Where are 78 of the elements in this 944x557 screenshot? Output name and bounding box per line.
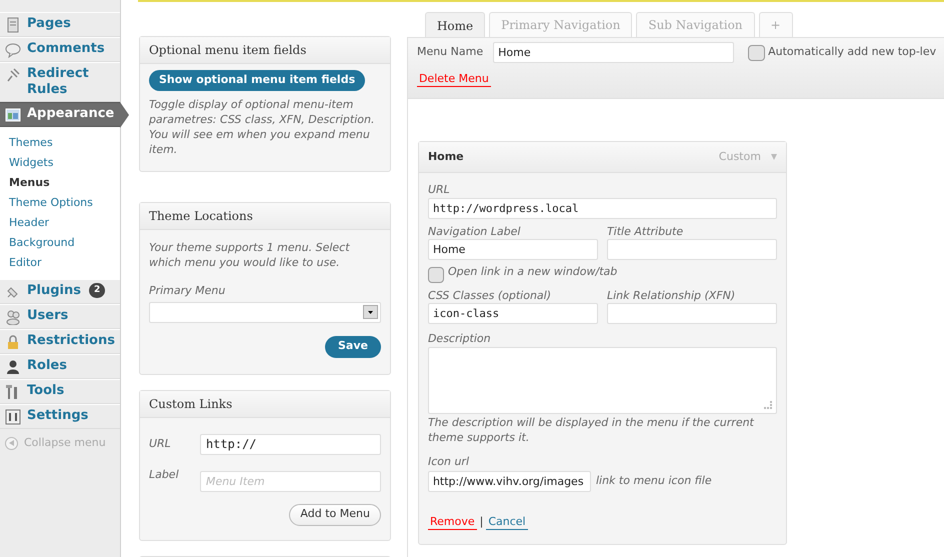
checkbox-label: Open link in a new window/tab (448, 264, 618, 280)
sidebar-label: Tools (27, 383, 64, 399)
url-field[interactable]: http:// (200, 434, 381, 454)
padlock-icon (5, 334, 21, 350)
sidebar-label: Appearance (27, 106, 114, 122)
checkbox[interactable] (428, 267, 444, 283)
field-label: Navigation Label (428, 225, 522, 239)
checkbox[interactable] (748, 44, 766, 60)
field-label: Title Attribute (606, 225, 684, 239)
save-button[interactable]: Save (324, 336, 381, 358)
description-field[interactable] (428, 347, 777, 414)
remove-link[interactable]: Remove (428, 514, 477, 530)
label-field[interactable]: Menu Item (200, 470, 381, 492)
url-field[interactable]: http://wordpress.local (428, 198, 777, 219)
show-fields-button[interactable]: Show optional menu item fields (148, 70, 366, 91)
menu-tab[interactable]: Home (424, 12, 486, 38)
menu-name-field[interactable]: Home (493, 42, 734, 63)
help-text: Your theme supports 1 menu. Select which menu you would like to use. (148, 240, 351, 270)
sidebar-item[interactable]: Appearance (0, 102, 120, 127)
navigation-label-field[interactable]: Home (428, 239, 598, 260)
help-text: Toggle display of optional menu-item parametres: CSS class, XFN, Description. You will see em when you expand menu item. (148, 97, 376, 157)
field-label: Link Relationship (XFN) (606, 289, 736, 303)
submenu-item[interactable]: Themes (0, 133, 120, 153)
field-label: URL (148, 436, 172, 452)
sidebar-item[interactable]: Comments (0, 37, 120, 62)
sidebar-label: Settings (27, 408, 88, 424)
item-title: Home (428, 148, 465, 165)
title-attribute-field[interactable] (606, 239, 777, 260)
field-label: Description (428, 332, 492, 346)
field-label: Label (148, 466, 180, 483)
submenu-item[interactable]: Background (0, 233, 120, 253)
window-icon (5, 107, 21, 123)
sidebar-label: Comments (27, 41, 105, 57)
field-label: URL (428, 183, 451, 197)
person-icon (5, 359, 21, 375)
submenu-item[interactable]: Editor (0, 253, 120, 273)
icon-url-field[interactable]: http://www.vihv.org/images (428, 471, 591, 492)
link-relationship-field[interactable] (606, 303, 777, 324)
css-classes-field[interactable]: icon-class (428, 303, 598, 324)
submenu-item[interactable]: Widgets (0, 153, 120, 173)
pages-icon (5, 17, 21, 33)
item-type: Custom (718, 148, 761, 165)
panel-title: Custom Links (140, 390, 390, 418)
count-badge: 2 (89, 283, 106, 298)
submenu-item[interactable]: Theme Options (0, 193, 120, 213)
expand-arrow-icon[interactable] (770, 154, 777, 160)
separator-text: | (480, 514, 484, 530)
sidebar-label: Redirect Rules (27, 66, 90, 98)
add-to-menu-button[interactable]: Add to Menu (289, 504, 381, 526)
field-label: Primary Menu (148, 283, 226, 299)
field-label: Icon url (428, 455, 470, 469)
sidebar-item[interactable]: Users (0, 304, 120, 329)
cancel-link[interactable]: Cancel (486, 514, 528, 530)
submenu-item[interactable]: Header (0, 213, 120, 233)
submenu-item[interactable]: Menus (0, 173, 120, 193)
menu-select[interactable] (148, 302, 381, 322)
sidebar-label: Pages (27, 16, 71, 32)
sidebar-label: Plugins (27, 283, 81, 299)
people-icon (5, 309, 21, 325)
delete-menu-link[interactable]: Delete Menu (416, 71, 491, 87)
resize-grip-icon (764, 401, 772, 409)
sidebar-item[interactable]: Plugins 2 (0, 279, 120, 304)
checkbox-label: Automatically add new top-lev (768, 44, 936, 60)
field-label: Menu Name (416, 44, 484, 60)
sidebar-item[interactable]: Pages (0, 12, 120, 37)
sidebar-label: Roles (27, 358, 67, 374)
sidebar-label: Users (27, 308, 68, 324)
panel-title: Optional menu item fields (140, 37, 390, 64)
sidebar-item[interactable]: Settings (0, 404, 120, 429)
panel-title: Theme Locations (140, 203, 390, 230)
speech-bubble-icon (5, 42, 21, 58)
field-label: CSS Classes (optional) (428, 289, 552, 303)
help-text: link to menu icon file (596, 473, 712, 490)
sidebar-item[interactable]: Tools (0, 379, 120, 404)
sidebar-label: Restrictions (27, 333, 115, 349)
sidebar-item[interactable]: Roles (0, 354, 120, 379)
help-text: The description will be displayed in the menu if the current theme supports it. (428, 415, 756, 445)
sidebar-item[interactable]: Restrictions (0, 329, 120, 354)
